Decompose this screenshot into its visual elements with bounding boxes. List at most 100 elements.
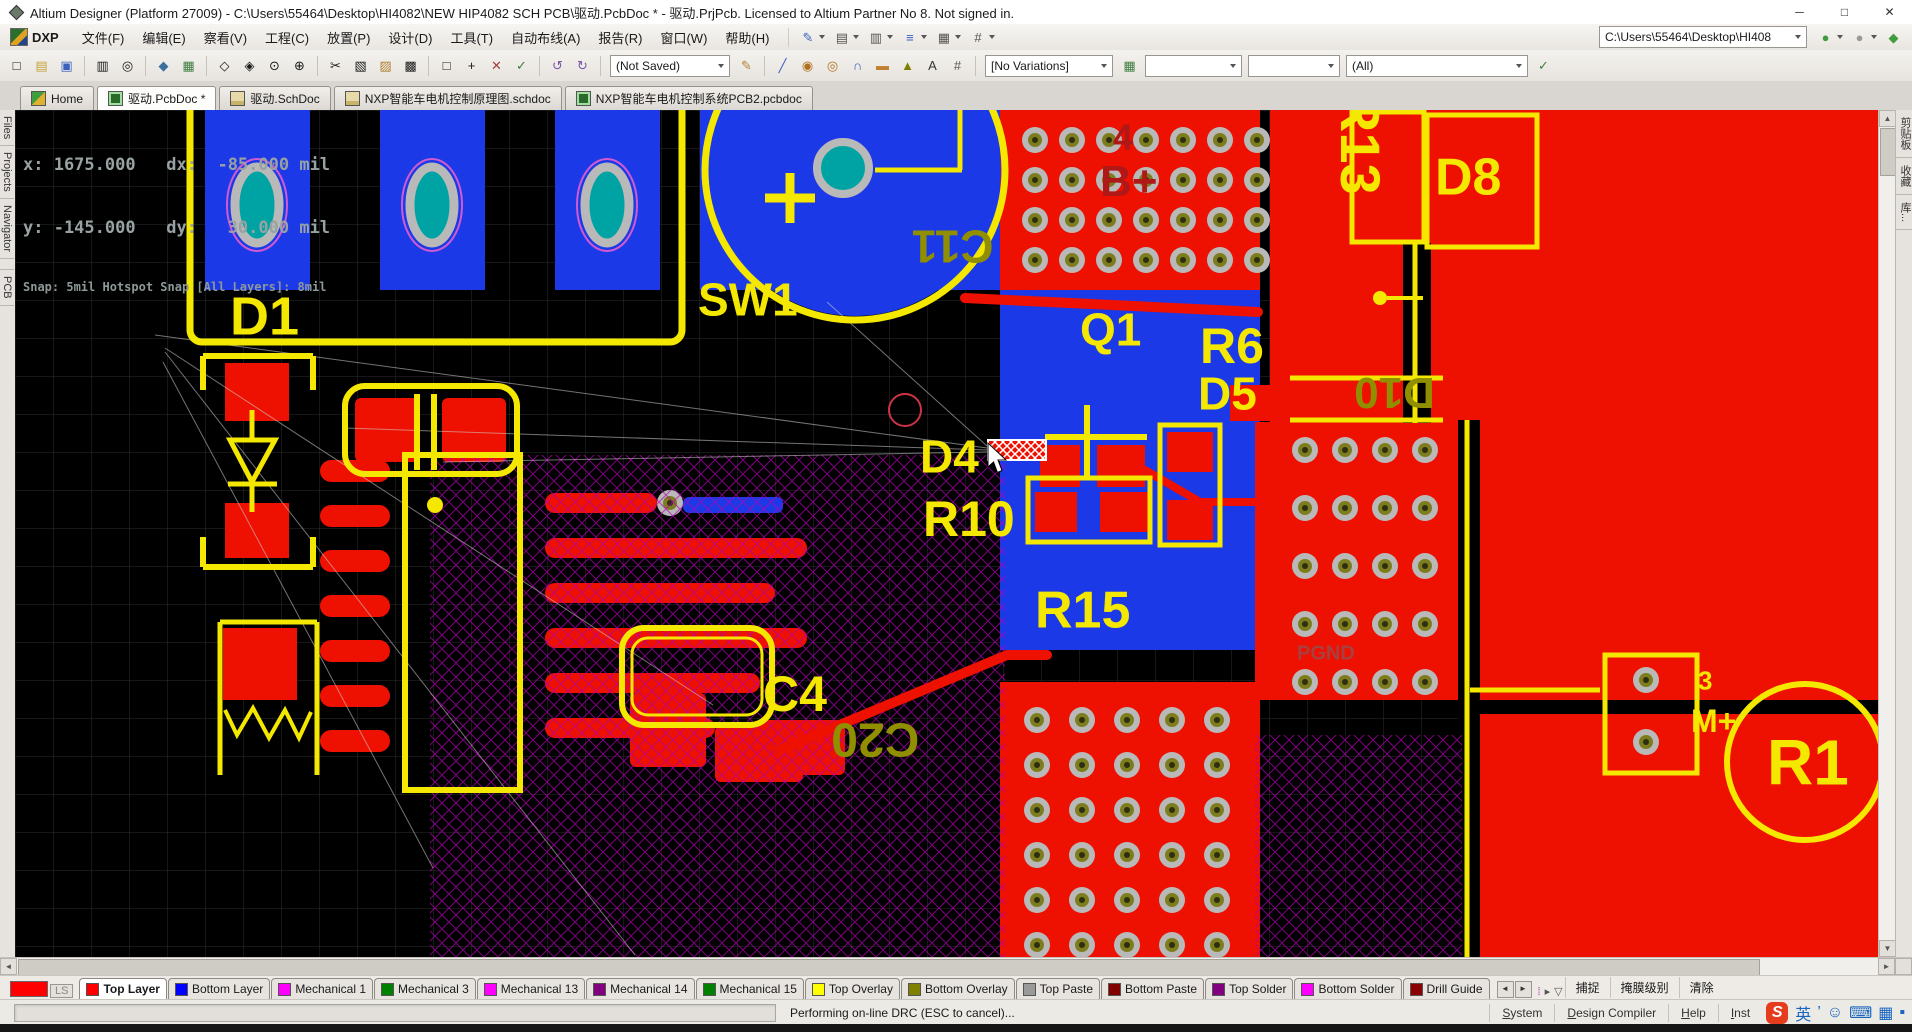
menu-item-放置(P)[interactable]: 放置(P): [318, 25, 379, 50]
toolbar-button-wiring-tools-icon[interactable]: ✎: [796, 28, 828, 47]
toolbar-button-room-tools-icon[interactable]: ▦: [932, 28, 964, 47]
toolbar-button-move-object[interactable]: +: [460, 56, 483, 75]
layer-tab-mechanical-13[interactable]: Mechanical 13: [476, 978, 586, 1000]
sidebar-tab-files[interactable]: Files: [0, 110, 14, 147]
toolbar-button-utility-tools-icon[interactable]: ▤: [830, 28, 862, 47]
filter-combo-1[interactable]: [1145, 54, 1242, 77]
layer-tab-top-layer[interactable]: Top Layer: [79, 978, 167, 1000]
menu-item-窗口(W)[interactable]: 窗口(W): [651, 25, 716, 50]
toolbar-button-print[interactable]: ▥: [91, 56, 114, 75]
doc-tab-Home[interactable]: Home: [20, 86, 95, 110]
layer-tab-bottom-solder[interactable]: Bottom Solder: [1294, 978, 1402, 1000]
variations-combo[interactable]: [No Variations]: [985, 54, 1113, 77]
close-button[interactable]: ✕: [1867, 0, 1912, 24]
toolbar-button-vault-icon[interactable]: ◆: [1882, 28, 1905, 47]
layer-sets-icon[interactable]: ⁞: [1538, 986, 1541, 998]
layer-tab-mechanical-14[interactable]: Mechanical 14: [586, 978, 695, 1000]
menu-item-工具(T)[interactable]: 工具(T): [441, 25, 502, 50]
filter-icon[interactable]: ▽: [1554, 985, 1562, 998]
layer-action-捕捉[interactable]: 捕捉: [1564, 977, 1610, 998]
layer-tab-top-solder[interactable]: Top Solder: [1205, 978, 1294, 1000]
filter-combo-2[interactable]: [1248, 54, 1340, 77]
ime-icon-5[interactable]: ▪: [1899, 1004, 1905, 1022]
doc-tab-驱动.SchDoc[interactable]: 驱动.SchDoc: [219, 86, 331, 110]
ime-logo-icon[interactable]: S: [1766, 1001, 1789, 1024]
toolbar-button-print-preview[interactable]: ◎: [116, 56, 139, 75]
scroll-left-arrow[interactable]: ◄: [0, 958, 17, 975]
dxp-icon[interactable]: [10, 28, 28, 46]
menu-item-报告(R)[interactable]: 报告(R): [589, 25, 651, 50]
toolbar-button-variant-tools-icon[interactable]: ▥: [864, 28, 896, 47]
toolbar-button-place-polygon[interactable]: ▲: [896, 56, 919, 75]
toolbar-button-snapshot-open-icon[interactable]: ●: [1848, 28, 1880, 47]
menu-item-帮助(H)[interactable]: 帮助(H): [716, 25, 778, 50]
layer-tab-mechanical-3[interactable]: Mechanical 3: [374, 978, 476, 1000]
right-panel-tab-库...[interactable]: 库...: [1896, 195, 1912, 231]
menu-item-设计(D)[interactable]: 设计(D): [379, 25, 441, 50]
layer-tab-drill-guide[interactable]: Drill Guide: [1402, 978, 1490, 1000]
layer-tab-bottom-overlay[interactable]: Bottom Overlay: [900, 978, 1015, 1000]
menu-item-察看(V)[interactable]: 察看(V): [195, 25, 256, 50]
toolbar-button-place-string[interactable]: A: [921, 56, 944, 75]
layer-tab-top-paste[interactable]: Top Paste: [1015, 978, 1101, 1000]
doc-tab-驱动.PcbDoc *[interactable]: 驱动.PcbDoc *: [97, 86, 217, 110]
layer-scroll-right-button[interactable]: ►: [1514, 981, 1532, 998]
maximize-button[interactable]: □: [1822, 0, 1867, 24]
menu-item-工程(C)[interactable]: 工程(C): [256, 25, 318, 50]
minimize-button[interactable]: ─: [1777, 0, 1822, 24]
toolbar-button-edit-net[interactable]: ✎: [735, 56, 758, 75]
sidebar-tab-projects[interactable]: Projects: [0, 146, 14, 199]
ime-icon-3[interactable]: ⌨: [1849, 1003, 1872, 1023]
vertical-scrollbar[interactable]: ▲ ▼: [1878, 110, 1897, 957]
layer-tab-bottom-paste[interactable]: Bottom Paste: [1101, 978, 1205, 1000]
right-panel-tab-剪贴板[interactable]: 剪贴板: [1896, 110, 1912, 158]
layer-action-掩膜级别[interactable]: 掩膜级别: [1609, 977, 1679, 998]
toolbar-button-place-arc[interactable]: ∩: [846, 56, 869, 75]
toolbar-button-place-track[interactable]: ╱: [771, 56, 794, 75]
layer-tab-bottom-layer[interactable]: Bottom Layer: [167, 978, 271, 1000]
sidebar-tab-navigator[interactable]: Navigator: [0, 199, 14, 260]
scope-combo[interactable]: (All): [1346, 54, 1528, 77]
toolbar-button-design-rule-check[interactable]: ✓: [510, 56, 533, 75]
layer-tab-mechanical-1[interactable]: Mechanical 1: [271, 978, 374, 1000]
ime-icon-2[interactable]: ☺: [1827, 1004, 1843, 1022]
status-button-design-compiler[interactable]: Design Compiler: [1554, 1003, 1668, 1022]
toolbar-button-device-view[interactable]: ◆: [152, 56, 175, 75]
doc-tab-NXP智能车电机控制原理图.schdoc[interactable]: NXP智能车电机控制原理图.schdoc: [333, 86, 562, 110]
layer-scroll-left-button[interactable]: ◄: [1496, 981, 1514, 998]
toolbar-button-zoom-selected[interactable]: ⊙: [263, 56, 286, 75]
toolbar-button-grid-tools-icon[interactable]: #: [966, 28, 998, 47]
toolbar-button-save-document[interactable]: ▣: [55, 56, 78, 75]
menu-item-自动布线(A)[interactable]: 自动布线(A): [502, 25, 589, 50]
toolbar-button-undo[interactable]: ↺: [546, 56, 569, 75]
toolbar-button-cut[interactable]: ✂: [324, 56, 347, 75]
toolbar-button-zoom-area[interactable]: ◈: [238, 56, 261, 75]
horizontal-scrollbar[interactable]: ◄ ►: [0, 957, 1912, 976]
layer-action-清除[interactable]: 清除: [1678, 977, 1724, 998]
ime-icon-0[interactable]: 英: [1795, 1001, 1811, 1025]
toolbar-button-select-area[interactable]: □: [435, 56, 458, 75]
layer-tab-mechanical-15[interactable]: Mechanical 15: [695, 978, 804, 1000]
dxp-menu[interactable]: DXP: [32, 30, 59, 45]
toolbar-button-zoom-point[interactable]: ⊕: [288, 56, 311, 75]
expand-icon[interactable]: ▸: [1545, 985, 1551, 998]
layer-sets-button[interactable]: LS: [50, 984, 74, 998]
scroll-up-arrow[interactable]: ▲: [1879, 110, 1896, 127]
toolbar-button-open-document[interactable]: ▤: [30, 56, 53, 75]
toolbar-button-place-via[interactable]: ◎: [821, 56, 844, 75]
menu-item-文件(F)[interactable]: 文件(F): [73, 25, 134, 50]
toolbar-button-place-pad[interactable]: ◉: [796, 56, 819, 75]
ime-icon-1[interactable]: ’: [1817, 1004, 1821, 1022]
toolbar-button-zoom-document[interactable]: ◇: [213, 56, 236, 75]
current-layer-swatch[interactable]: [10, 981, 48, 997]
status-button-help[interactable]: Help: [1668, 1003, 1718, 1022]
scroll-right-arrow[interactable]: ►: [1878, 958, 1895, 975]
storage-path-combo[interactable]: C:\Users\55464\Desktop\HI408: [1599, 26, 1807, 48]
toolbar-button-new-document[interactable]: □: [5, 56, 28, 75]
status-button-inst[interactable]: Inst: [1717, 1003, 1762, 1022]
toolbar-button-variant-manager-icon[interactable]: ▦: [1118, 56, 1141, 75]
scroll-down-arrow[interactable]: ▼: [1879, 940, 1896, 957]
pcb-canvas[interactable]: D1 SW1 C11 4 B+ R13 D8 Q1 R6 D5 D4 R10 R15 C4 C20 D10 PG…: [15, 110, 1878, 957]
toolbar-button-copy[interactable]: ▧: [349, 56, 372, 75]
toolbar-button-clear-selection[interactable]: ✕: [485, 56, 508, 75]
